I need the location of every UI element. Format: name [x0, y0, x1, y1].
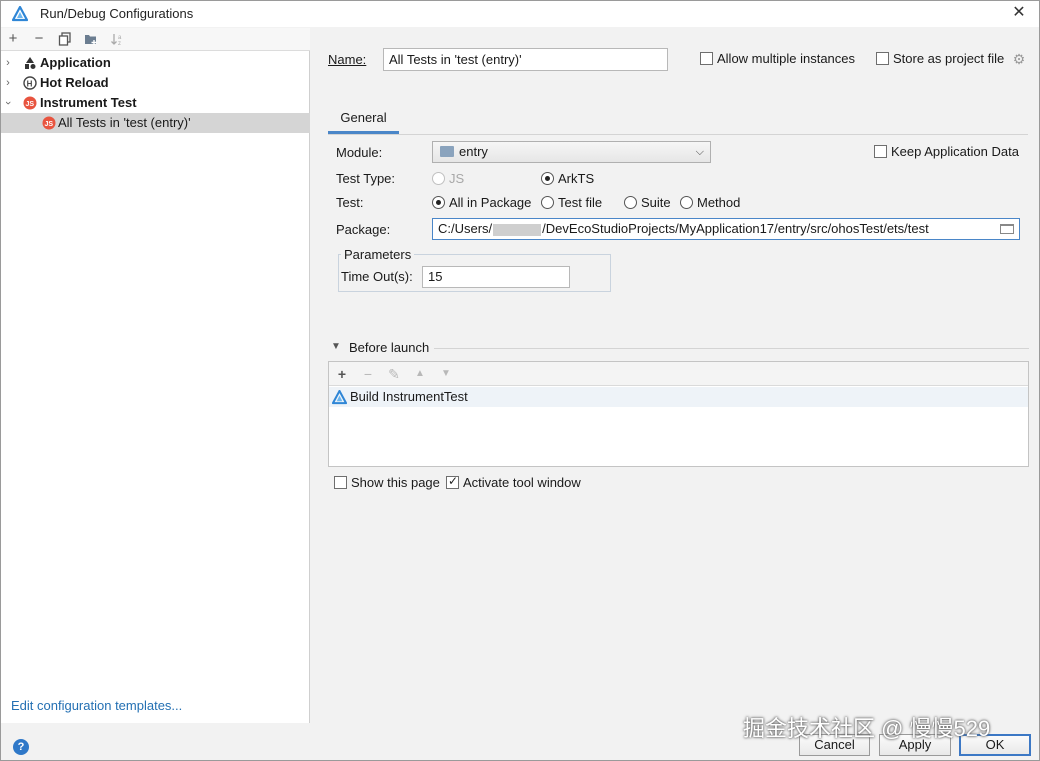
window-title: Run/Debug Configurations — [40, 6, 194, 21]
tree-item-all-tests[interactable]: JS All Tests in 'test (entry)' — [1, 113, 310, 133]
hot-reload-icon: H — [23, 76, 37, 90]
tree-item-hot-reload[interactable]: › H Hot Reload — [1, 73, 310, 93]
tree-item-label: Hot Reload — [40, 75, 109, 90]
move-down-icon[interactable]: ▼ — [437, 364, 455, 384]
tree-toolbar: + − az — [1, 28, 310, 51]
svg-text:H: H — [27, 79, 33, 88]
help-icon[interactable]: ? — [13, 739, 29, 755]
before-launch-label: Before launch — [349, 340, 430, 355]
module-value: entry — [459, 144, 488, 159]
js-test-icon: JS — [23, 96, 37, 110]
test-type-label: Test Type: — [336, 171, 396, 186]
redacted-username — [493, 223, 542, 236]
chevron-down-icon: ⌵ — [695, 146, 704, 158]
store-as-project-checkbox[interactable] — [876, 52, 889, 65]
folder-add-icon[interactable] — [82, 30, 100, 48]
test-type-js-radio[interactable] — [432, 172, 445, 185]
sort-icon[interactable]: az — [108, 30, 126, 48]
keep-app-data-checkbox[interactable] — [874, 145, 887, 158]
edit-task-icon[interactable]: ✎ — [385, 364, 403, 384]
tree-item-label: Application — [40, 55, 111, 70]
store-as-project-label: Store as project file — [893, 51, 1005, 66]
add-task-icon[interactable]: + — [333, 364, 351, 384]
test-type-arkts-label: ArkTS — [558, 171, 595, 186]
test-file-label: Test file — [558, 195, 603, 210]
svg-text:JS: JS — [26, 101, 35, 108]
svg-text:JS: JS — [45, 121, 54, 128]
package-path-prefix: C:/Users/ — [438, 221, 493, 236]
module-label: Module: — [336, 145, 383, 160]
test-file-radio[interactable] — [541, 196, 554, 209]
run-debug-dialog: Run/Debug Configurations ✕ + − az › Appl… — [0, 0, 1040, 761]
test-type-js-label: JS — [449, 171, 465, 186]
move-up-icon[interactable]: ▲ — [411, 364, 429, 384]
close-icon[interactable]: ✕ — [1011, 3, 1027, 23]
before-launch-toolbar: + − ✎ ▲ ▼ — [329, 362, 1028, 386]
activate-tool-window-label: Activate tool window — [463, 475, 581, 490]
test-all-in-package-radio[interactable] — [432, 196, 445, 209]
name-label: Name: — [328, 52, 367, 67]
name-input[interactable]: All Tests in 'test (entry)' — [383, 48, 668, 71]
parameters-legend: Parameters — [341, 247, 415, 262]
test-type-arkts-radio[interactable] — [541, 172, 554, 185]
test-all-in-package-label: All in Package — [449, 195, 532, 210]
before-launch-list: + − ✎ ▲ ▼ Build InstrumentTest — [328, 361, 1029, 467]
package-path-input[interactable]: C:/Users/ /DevEcoStudioProjects/MyApplica… — [432, 218, 1020, 240]
module-folder-icon — [440, 146, 454, 157]
collapse-triangle-icon[interactable]: ▼ — [331, 341, 341, 352]
copy-icon[interactable] — [56, 30, 74, 48]
activate-tool-window-checkbox[interactable] — [446, 474, 459, 489]
chevron-down-icon[interactable]: › — [0, 98, 18, 108]
js-test-icon: JS — [42, 116, 56, 130]
allow-multiple-label: Allow multiple instances — [717, 51, 856, 66]
test-label: Test: — [336, 195, 364, 210]
timeout-input[interactable]: 15 — [422, 266, 570, 288]
show-this-page-label: Show this page — [351, 475, 440, 490]
remove-task-icon[interactable]: − — [359, 364, 377, 384]
chevron-right-icon[interactable]: › — [3, 53, 13, 73]
tree-item-instrument-test[interactable]: › JS Instrument Test — [1, 93, 310, 113]
plus-icon[interactable]: + — [4, 30, 22, 48]
chevron-right-icon[interactable]: › — [3, 73, 13, 93]
tree-item-label: Instrument Test — [40, 95, 137, 110]
harmony-build-icon — [332, 390, 347, 405]
svg-text:z: z — [118, 41, 121, 46]
package-path-suffix: /DevEcoStudioProjects/MyApplication17/en… — [542, 221, 929, 236]
module-select[interactable]: entry ⌵ — [432, 141, 711, 163]
edit-configuration-templates-link[interactable]: Edit configuration templates... — [11, 698, 182, 713]
application-icon — [25, 57, 36, 69]
minus-icon[interactable]: − — [30, 30, 48, 48]
tree-item-label: All Tests in 'test (entry)' — [58, 115, 191, 130]
allow-multiple-checkbox[interactable] — [700, 52, 713, 65]
list-item[interactable]: Build InstrumentTest — [329, 387, 1028, 407]
tab-general[interactable]: General — [328, 104, 399, 134]
gear-icon[interactable]: ⚙ — [1012, 52, 1026, 66]
deveco-logo-icon — [12, 6, 28, 22]
test-method-label: Method — [697, 195, 741, 210]
test-suite-label: Suite — [641, 195, 671, 210]
test-suite-radio[interactable] — [624, 196, 637, 209]
package-label: Package: — [336, 222, 391, 237]
task-label: Build InstrumentTest — [350, 389, 468, 404]
tab-divider — [328, 134, 1028, 135]
show-this-page-checkbox[interactable] — [334, 476, 347, 489]
browse-folder-icon[interactable] — [1000, 224, 1014, 234]
tree-item-application[interactable]: › Application — [1, 53, 310, 73]
before-launch-divider — [434, 348, 1029, 349]
watermark: 掘金技术社区 @ 慢慢529 — [743, 716, 991, 741]
keep-app-data-label: Keep Application Data — [891, 144, 1019, 159]
title-bar: Run/Debug Configurations ✕ — [1, 1, 1039, 27]
timeout-label: Time Out(s): — [341, 269, 413, 284]
test-method-radio[interactable] — [680, 196, 693, 209]
configurations-tree-panel: + − az › Application › H Hot Reload › JS… — [1, 28, 310, 723]
